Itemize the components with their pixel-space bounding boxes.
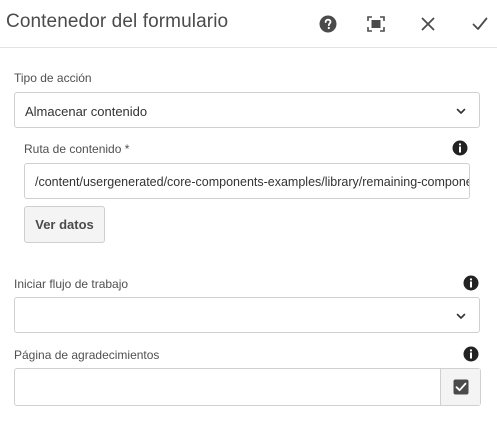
checkmark-icon: [472, 17, 488, 30]
dialog-title: Contenedor del formulario: [6, 11, 229, 32]
view-data-button[interactable]: Ver datos: [24, 206, 105, 243]
help-button[interactable]: [316, 12, 340, 36]
action-type-select[interactable]: Almacenar contenido: [14, 92, 480, 128]
fullscreen-icon: [367, 16, 385, 32]
close-button[interactable]: [416, 12, 440, 36]
content-path-input[interactable]: /content/usergenerated/core-components-e…: [24, 163, 470, 199]
info-icon[interactable]: [463, 346, 479, 362]
chevron-down-icon: [456, 313, 466, 319]
info-icon[interactable]: [452, 140, 468, 156]
thank-you-page-field: [14, 368, 481, 406]
help-icon: [319, 15, 337, 33]
info-icon[interactable]: [463, 275, 479, 291]
thank-you-page-input[interactable]: [15, 369, 441, 405]
done-button[interactable]: [468, 12, 492, 36]
action-type-label: Tipo de acción: [14, 71, 92, 85]
fullscreen-button[interactable]: [364, 12, 388, 36]
content-path-label: Ruta de contenido *: [24, 142, 130, 156]
path-picker-button[interactable]: [440, 369, 480, 405]
workflow-label: Iniciar flujo de trabajo: [14, 277, 129, 291]
workflow-select[interactable]: [14, 297, 480, 333]
dialog-header: Contenedor del formulario: [0, 0, 497, 48]
close-icon: [421, 17, 435, 31]
chevron-down-icon: [456, 108, 466, 114]
content-path-value: /content/usergenerated/core-components-e…: [35, 175, 470, 189]
thank-you-page-label: Página de agradecimientos: [14, 348, 160, 362]
action-type-value: Almacenar contenido: [25, 104, 148, 119]
check-square-icon: [453, 379, 468, 395]
